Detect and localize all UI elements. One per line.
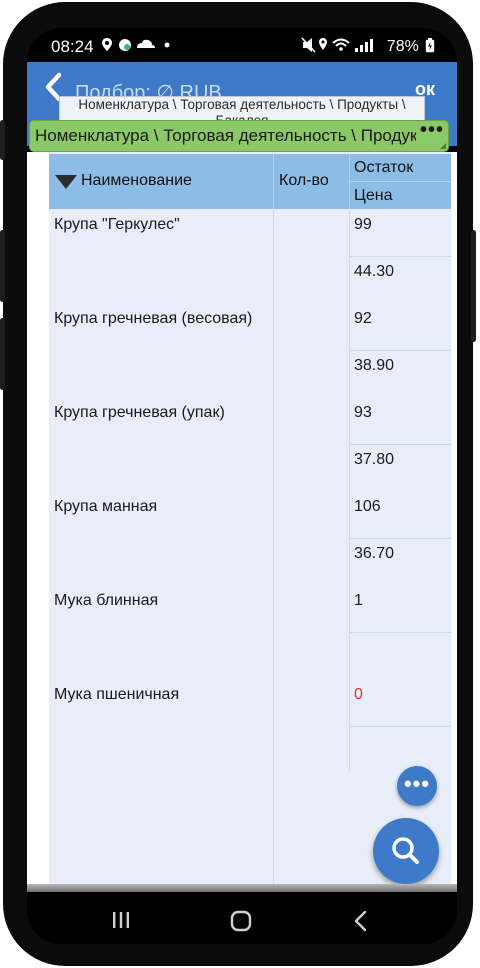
content-left-margin bbox=[27, 152, 49, 892]
cell-name: Крупа гречневая (весовая) bbox=[49, 304, 274, 398]
status-notification-icons bbox=[102, 38, 170, 51]
column-header-price-label: Цена bbox=[354, 187, 393, 204]
table-row[interactable]: Крупа гречневая (упак) 93 37.80 bbox=[49, 398, 451, 493]
item-price: 38.90 bbox=[354, 357, 395, 374]
resize-corner-icon bbox=[440, 143, 446, 149]
more-dots-icon: ••• bbox=[403, 771, 431, 796]
item-price: 37.80 bbox=[354, 451, 395, 468]
cell-stock: 106 bbox=[350, 492, 451, 539]
table-row[interactable]: Крупа "Геркулес" 99 44.30 bbox=[49, 210, 451, 305]
home-icon[interactable] bbox=[230, 910, 252, 932]
cell-qty[interactable] bbox=[273, 210, 350, 304]
status-time: 08:24 bbox=[51, 37, 94, 56]
cell-name: Крупа гречневая (упак) bbox=[49, 398, 274, 492]
table-row[interactable]: Крупа манная 106 36.70 bbox=[49, 492, 451, 587]
column-header-stock-label: Остаток bbox=[354, 159, 414, 176]
cell-stock: 99 bbox=[350, 210, 451, 257]
breadcrumb-bar[interactable]: Номенклатура \ Торговая деятельность \ П… bbox=[29, 120, 449, 152]
cell-qty[interactable] bbox=[273, 398, 350, 492]
volume-key bbox=[0, 120, 5, 160]
item-name: Мука блинная bbox=[54, 592, 159, 609]
content-area: Наименование Кол-во Остаток Цена Крупа "… bbox=[27, 152, 457, 892]
battery-icon bbox=[425, 38, 435, 53]
content-right-margin bbox=[451, 152, 457, 892]
item-name: Крупа манная bbox=[54, 498, 158, 515]
battery-level: 78% bbox=[386, 38, 419, 55]
cell-price: 36.70 bbox=[350, 539, 451, 586]
table-header: Наименование Кол-во Остаток Цена bbox=[49, 154, 451, 209]
item-stock: 1 bbox=[354, 592, 363, 609]
cell-price: 38.90 bbox=[350, 351, 451, 398]
sort-desc-icon[interactable] bbox=[55, 175, 77, 189]
column-header-price[interactable]: Цена bbox=[350, 182, 451, 209]
cell-stock: 93 bbox=[350, 398, 451, 445]
system-nav-bar bbox=[27, 894, 457, 944]
power-key bbox=[471, 230, 476, 342]
column-header-name-label: Наименование bbox=[81, 172, 192, 189]
item-stock: 93 bbox=[354, 404, 372, 421]
cell-price bbox=[350, 633, 451, 680]
cell-stock: 1 bbox=[350, 586, 451, 633]
item-name: Крупа гречневая (упак) bbox=[54, 404, 225, 421]
cell-price bbox=[350, 727, 451, 774]
volume-rocker bbox=[0, 230, 5, 302]
cell-name: Крупа манная bbox=[49, 492, 274, 586]
status-left-icons bbox=[101, 37, 175, 56]
status-right: 78% bbox=[301, 37, 435, 56]
item-price: 44.30 bbox=[354, 263, 395, 280]
item-name: Мука пшеничная bbox=[54, 686, 180, 703]
search-button[interactable] bbox=[373, 818, 439, 884]
item-price: 36.70 bbox=[354, 545, 395, 562]
item-stock: 99 bbox=[354, 216, 372, 233]
recent-apps-icon[interactable] bbox=[111, 910, 131, 930]
status-bar: 08:24 78% bbox=[27, 28, 457, 64]
breadcrumb[interactable]: Номенклатура \ Торговая деятельность \ П… bbox=[35, 126, 423, 146]
cell-qty[interactable] bbox=[273, 304, 350, 398]
search-icon bbox=[392, 837, 419, 864]
phone-frame: 08:24 78% Подбор: ∅ RUB, ок Номенклатура… bbox=[0, 2, 476, 966]
item-stock: 0 bbox=[354, 686, 363, 703]
column-header-name[interactable]: Наименование bbox=[49, 154, 274, 209]
column-header-qty-label: Кол-во bbox=[279, 172, 329, 189]
cell-qty[interactable] bbox=[273, 586, 350, 680]
item-stock: 106 bbox=[354, 498, 381, 515]
cell-name: Мука пшеничная bbox=[49, 680, 274, 774]
cell-name: Мука блинная bbox=[49, 586, 274, 680]
nav-back-icon[interactable] bbox=[353, 910, 369, 932]
cell-qty[interactable] bbox=[273, 680, 350, 774]
table-row[interactable]: Крупа гречневая (весовая) 92 38.90 bbox=[49, 304, 451, 399]
table-row[interactable]: Мука пшеничная 0 bbox=[49, 680, 451, 775]
column-header-stock[interactable]: Остаток bbox=[350, 154, 451, 182]
column-header-qty[interactable]: Кол-во bbox=[273, 154, 350, 209]
cell-name: Крупа "Геркулес" bbox=[49, 210, 274, 304]
item-stock: 92 bbox=[354, 310, 372, 327]
item-name: Крупа гречневая (весовая) bbox=[54, 310, 253, 327]
screen: 08:24 78% Подбор: ∅ RUB, ок Номенклатура… bbox=[27, 28, 457, 944]
bixby-key bbox=[0, 318, 5, 390]
cell-price: 37.80 bbox=[350, 445, 451, 492]
breadcrumb-more-button[interactable]: ••• bbox=[415, 121, 444, 142]
table-row[interactable]: Мука блинная 1 bbox=[49, 586, 451, 681]
item-name: Крупа "Геркулес" bbox=[54, 216, 180, 233]
cell-stock: 0 bbox=[350, 680, 451, 727]
cell-price: 44.30 bbox=[350, 257, 451, 304]
cell-qty[interactable] bbox=[273, 492, 350, 586]
bottom-shadow bbox=[27, 884, 457, 892]
tooltip-line-1: Номенклатура \ Торговая деятельность \ П… bbox=[78, 97, 406, 112]
status-system-icons bbox=[301, 37, 373, 53]
column-divider bbox=[273, 771, 274, 891]
cell-stock: 92 bbox=[350, 304, 451, 351]
more-actions-button[interactable]: ••• bbox=[397, 766, 437, 806]
